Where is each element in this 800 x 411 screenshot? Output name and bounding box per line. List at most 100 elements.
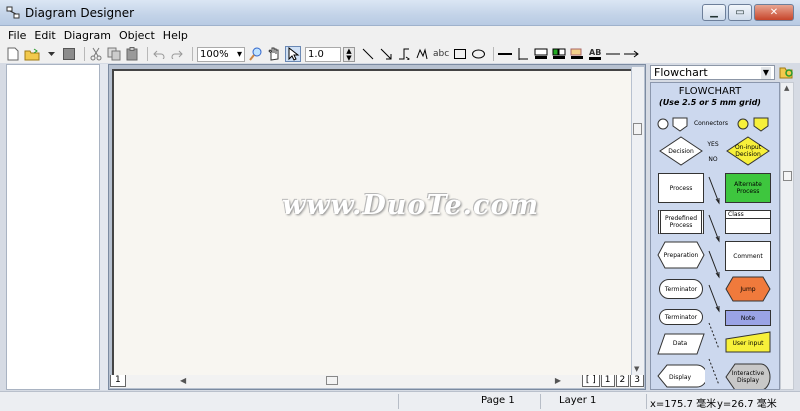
maximize-icon[interactable]: ▭ bbox=[728, 4, 752, 21]
page-tab-blank[interactable]: [ ] bbox=[581, 375, 600, 387]
connector-tool-icon[interactable] bbox=[397, 46, 411, 62]
page-tab-3[interactable]: 3 bbox=[630, 375, 644, 387]
comment-shape[interactable]: Comment bbox=[725, 241, 771, 271]
hand-pan-icon[interactable] bbox=[267, 46, 281, 62]
scroll-down-icon[interactable]: ▼ bbox=[634, 365, 639, 373]
new-file-icon[interactable] bbox=[6, 46, 20, 62]
line-tool-icon[interactable] bbox=[361, 46, 375, 62]
status-bar: Page 1 Layer 1 x=175.7 毫米 y=26.7 毫米 bbox=[0, 391, 800, 411]
note-shape[interactable]: Note bbox=[725, 310, 771, 326]
status-divider bbox=[540, 394, 541, 409]
layer-tab[interactable]: 1 bbox=[110, 375, 126, 387]
title-bar: Diagram Designer ▁ ▭ ✕ bbox=[0, 0, 800, 26]
scroll-left-icon[interactable]: ◀ bbox=[180, 376, 186, 385]
status-layer: Layer 1 bbox=[559, 395, 597, 406]
line-style-icon[interactable] bbox=[498, 46, 513, 62]
horizontal-scroll-thumb[interactable] bbox=[326, 376, 338, 385]
copy-icon[interactable] bbox=[107, 46, 121, 62]
diagram-canvas[interactable] bbox=[112, 69, 631, 375]
page-tabs: [ ] 1 2 3 bbox=[581, 375, 644, 387]
menu-bar: File Edit Diagram Object Help bbox=[0, 26, 800, 45]
palette-scrollbar[interactable]: ▲ bbox=[780, 82, 794, 390]
class-label: Class bbox=[726, 211, 770, 219]
line-width-value: 1.0 bbox=[308, 48, 324, 60]
shape-palette: FLOWCHART (Use 2.5 or 5 mm grid) Connect… bbox=[650, 82, 780, 390]
minimize-icon[interactable]: ▁ bbox=[702, 4, 726, 21]
rectangle-tool-icon[interactable] bbox=[453, 46, 467, 62]
zoom-magnifier-icon[interactable] bbox=[249, 46, 263, 62]
watermark: www.DuoTe.com bbox=[282, 190, 540, 221]
cut-icon[interactable] bbox=[89, 46, 103, 62]
class-shape[interactable]: Class bbox=[725, 210, 771, 234]
alternate-process-shape[interactable]: Alternate Process bbox=[725, 173, 771, 203]
toolbar-separator bbox=[192, 47, 193, 61]
chevron-down-icon: ▼ bbox=[761, 66, 771, 79]
palette-select[interactable]: Flowchart ▼ bbox=[650, 65, 775, 80]
left-panel[interactable] bbox=[6, 64, 100, 390]
terminator-shape[interactable]: Terminator bbox=[659, 279, 703, 299]
page-tab-2[interactable]: 2 bbox=[615, 375, 630, 387]
page-tab-1[interactable]: 1 bbox=[600, 375, 615, 387]
line-thin-icon[interactable] bbox=[606, 46, 621, 62]
scroll-right-icon[interactable]: ▶ bbox=[555, 376, 561, 385]
menu-object[interactable]: Object bbox=[119, 29, 155, 42]
chevron-down-icon: ▾ bbox=[236, 48, 242, 60]
window-title: Diagram Designer bbox=[25, 6, 135, 20]
toolbar-separator bbox=[493, 47, 495, 61]
line-color-icon[interactable] bbox=[552, 46, 566, 62]
menu-edit[interactable]: Edit bbox=[34, 29, 55, 42]
interactive-display-label: Interactive Display bbox=[731, 370, 765, 384]
toolbar: 100% ▾ 1.0 ▲ ▼ abc AB bbox=[0, 45, 800, 63]
fill-color-icon[interactable] bbox=[534, 46, 548, 62]
palette-scroll-thumb[interactable] bbox=[783, 171, 792, 181]
palette-refresh-icon[interactable] bbox=[778, 64, 794, 80]
menu-help[interactable]: Help bbox=[163, 29, 188, 42]
open-folder-icon[interactable] bbox=[24, 46, 40, 62]
horizontal-scrollbar[interactable]: ◀ ▶ bbox=[178, 375, 563, 387]
terminator-shape-2[interactable]: Terminator bbox=[659, 309, 703, 325]
palette-subtitle: (Use 2.5 or 5 mm grid) bbox=[659, 98, 761, 107]
yellow-connector-shapes[interactable] bbox=[737, 116, 771, 132]
user-input-label: User input bbox=[732, 339, 764, 347]
menu-diagram[interactable]: Diagram bbox=[64, 29, 111, 42]
line-end-icon[interactable] bbox=[516, 46, 530, 62]
vertical-scrollbar[interactable]: ▼ bbox=[632, 67, 644, 375]
line-width-spinner[interactable]: ▲ ▼ bbox=[343, 46, 355, 62]
process-shape[interactable]: Process bbox=[658, 173, 704, 203]
freehand-tool-icon[interactable] bbox=[415, 46, 429, 62]
text-tool-icon[interactable]: abc bbox=[433, 46, 449, 62]
open-dropdown-icon[interactable] bbox=[44, 46, 58, 62]
close-icon[interactable]: ✕ bbox=[754, 4, 794, 21]
zoom-select[interactable]: 100% ▾ bbox=[197, 46, 245, 62]
arrow-right-icon[interactable] bbox=[624, 46, 640, 62]
decision-label: Decision bbox=[668, 147, 694, 155]
arrow-line-tool-icon[interactable] bbox=[379, 46, 393, 62]
select-pointer-icon[interactable] bbox=[285, 46, 301, 62]
save-icon[interactable] bbox=[62, 46, 76, 62]
data-label: Data bbox=[672, 339, 688, 347]
drawing-area: ▼ 1 ◀ ▶ [ ] 1 2 3 bbox=[108, 64, 646, 390]
connector-shapes[interactable] bbox=[657, 116, 689, 132]
toolbar-separator bbox=[147, 47, 148, 61]
display-label: Display bbox=[668, 373, 692, 381]
preparation-label: Preparation bbox=[663, 251, 699, 259]
status-page: Page 1 bbox=[481, 395, 515, 406]
canvas-bottom-bar: 1 ◀ ▶ [ ] 1 2 3 bbox=[110, 375, 644, 388]
flow-arrows bbox=[708, 176, 720, 386]
status-x-coordinate: x=175.7 毫米 bbox=[650, 399, 717, 410]
redo-icon[interactable] bbox=[170, 46, 184, 62]
panel-splitter[interactable] bbox=[100, 64, 108, 390]
menu-file[interactable]: File bbox=[8, 29, 26, 42]
shadow-icon[interactable] bbox=[570, 46, 584, 62]
vertical-scroll-thumb[interactable] bbox=[633, 123, 642, 135]
undo-icon[interactable] bbox=[152, 46, 166, 62]
no-label: NO bbox=[708, 155, 718, 163]
predefined-process-shape[interactable]: Predefined Process bbox=[658, 210, 704, 234]
app-icon bbox=[6, 6, 20, 19]
status-y-coordinate: y=26.7 毫米 bbox=[717, 399, 777, 410]
line-width-input[interactable]: 1.0 bbox=[305, 46, 341, 62]
paste-icon[interactable] bbox=[125, 46, 139, 62]
ellipse-tool-icon[interactable] bbox=[471, 46, 485, 62]
text-color-icon[interactable]: AB bbox=[588, 46, 602, 62]
scroll-up-icon[interactable]: ▲ bbox=[784, 84, 789, 92]
